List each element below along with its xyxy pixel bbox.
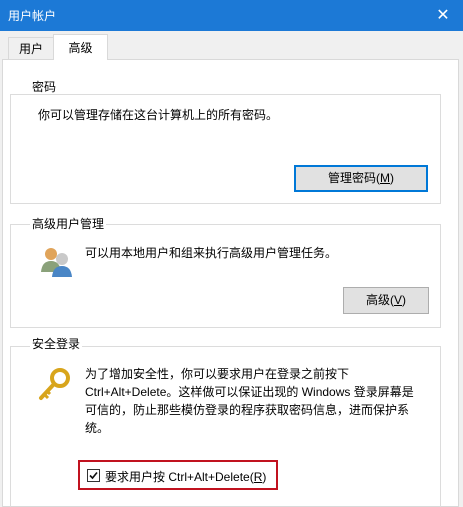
manage-passwords-suffix: ) <box>390 171 394 185</box>
require-ctrl-alt-delete-label[interactable]: 要求用户按 Ctrl+Alt+Delete(R) <box>105 468 266 485</box>
passwords-description: 你可以管理存储在这台计算机上的所有密码。 <box>38 108 279 122</box>
advanced-button[interactable]: 高级(V) <box>343 287 429 314</box>
key-icon <box>36 367 72 406</box>
secure-logon-description-line-3: 可信的，防止那些模仿登录的程序获取密码信息，进而保护系 <box>85 403 410 417</box>
secure-logon-description-line-1: 为了增加安全性，你可以要求用户在登录之前按下 <box>85 367 350 381</box>
require-ctrl-alt-delete-highlight: 要求用户按 Ctrl+Alt+Delete(R) <box>78 460 278 490</box>
secure-logon-description-line-2: Ctrl+Alt+Delete。这样做可以保证出现的 Windows 登录屏幕是 <box>85 385 414 399</box>
advanced-user-management-group-label: 高级用户管理 <box>30 217 107 231</box>
tab-advanced[interactable]: 高级 <box>53 34 108 60</box>
manage-passwords-mnemonic: M <box>380 171 390 185</box>
manage-passwords-label: 管理密码( <box>328 171 380 185</box>
require-ctrl-alt-delete-text: 要求用户按 Ctrl+Alt+Delete( <box>105 470 254 484</box>
close-icon[interactable]: ✕ <box>423 0 463 31</box>
window-title: 用户帐户 <box>8 9 57 23</box>
advanced-button-mnemonic: V <box>393 293 402 307</box>
require-ctrl-alt-delete-checkbox[interactable] <box>87 469 100 482</box>
secure-logon-description-line-4: 统。 <box>85 421 110 435</box>
require-ctrl-alt-delete-suffix: ) <box>262 470 267 484</box>
advanced-user-management-description: 可以用本地用户和组来执行高级用户管理任务。 <box>85 246 338 260</box>
checkmark-icon <box>89 471 98 480</box>
secure-logon-group-label: 安全登录 <box>30 337 83 351</box>
title-bar: 用户帐户 ✕ <box>0 0 463 31</box>
advanced-button-suffix: ) <box>402 293 406 307</box>
users-group-icon <box>38 244 74 283</box>
advanced-button-label: 高级( <box>365 293 394 307</box>
passwords-group-label: 密码 <box>30 80 59 94</box>
tab-users[interactable]: 用户 <box>8 37 54 59</box>
manage-passwords-button[interactable]: 管理密码(M) <box>294 165 428 192</box>
